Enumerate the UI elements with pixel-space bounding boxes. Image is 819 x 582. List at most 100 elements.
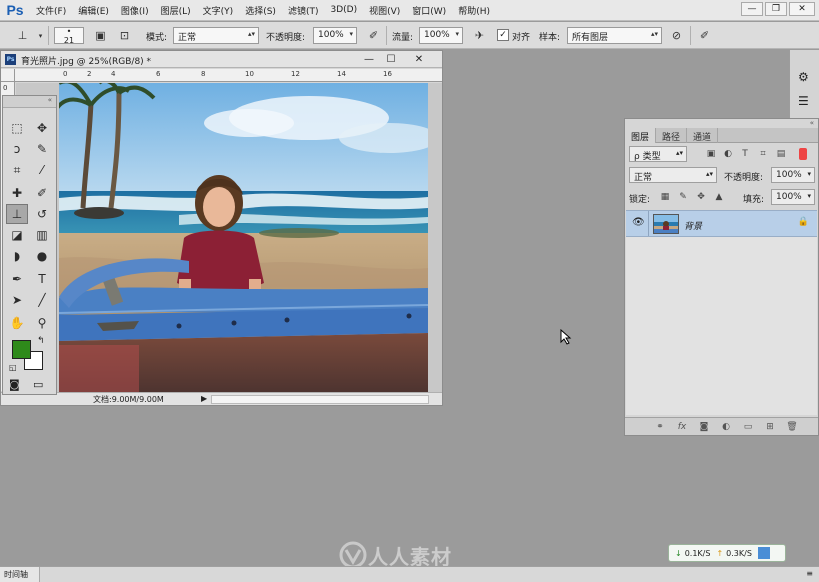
menu-view[interactable]: 视图(V) <box>363 4 406 17</box>
airbrush-icon[interactable]: ✈ <box>471 27 488 44</box>
quick-select-tool-icon[interactable]: ✎ <box>31 139 53 159</box>
menu-filter[interactable]: 滤镜(T) <box>282 4 325 17</box>
filter-toggle-icon[interactable] <box>799 148 807 160</box>
menu-edit[interactable]: 编辑(E) <box>72 4 115 17</box>
blur-tool-icon[interactable]: ◗ <box>6 246 28 266</box>
restore-button[interactable]: ❐ <box>765 2 787 16</box>
menu-select[interactable]: 选择(S) <box>239 4 282 17</box>
history-brush-tool-icon[interactable]: ↺ <box>31 204 53 224</box>
layer-thumbnail[interactable] <box>653 214 679 234</box>
lock-all-icon[interactable]: ▲ <box>713 191 725 203</box>
brush-size-picker[interactable]: • 21 <box>54 27 84 45</box>
healing-brush-tool-icon[interactable]: ✚ <box>6 183 28 203</box>
horizontal-ruler[interactable]: 0 2 4 6 8 10 12 14 16 <box>15 69 442 82</box>
layer-opacity-field[interactable]: 100% ▾ <box>771 167 815 183</box>
lasso-tool-icon[interactable]: ↄ <box>6 139 28 159</box>
trash-icon[interactable]: 🗑 <box>785 420 799 434</box>
filter-smart-object-icon[interactable]: ▤ <box>775 148 787 160</box>
filter-type-icon[interactable]: T <box>739 148 751 160</box>
mask-icon[interactable]: ◙ <box>697 420 711 434</box>
panel-menu-icon[interactable]: ≡ <box>806 569 813 578</box>
doc-close-button[interactable]: ✕ <box>409 52 429 66</box>
path-select-tool-icon[interactable]: ➤ <box>6 290 28 310</box>
minimize-button[interactable]: — <box>741 2 763 16</box>
menu-file[interactable]: 文件(F) <box>30 4 72 17</box>
status-menu-arrow-icon[interactable]: ▶ <box>201 394 207 403</box>
panel-collapse-icon[interactable]: « <box>810 119 814 127</box>
eyedropper-tool-icon[interactable]: ⁄ <box>31 160 53 180</box>
document-titlebar[interactable]: Ps 育光照片.jpg @ 25%(RGB/8) * — ☐ ✕ <box>1 51 442 68</box>
brush-tool-icon[interactable]: ✐ <box>31 183 53 203</box>
zoom-tool-icon[interactable]: ⚲ <box>31 313 53 333</box>
tab-paths[interactable]: 路径 <box>656 128 688 143</box>
line-tool-icon[interactable]: ╱ <box>31 290 53 310</box>
lock-position-icon[interactable]: ✥ <box>695 191 707 203</box>
fill-field[interactable]: 100% ▾ <box>771 189 815 205</box>
tab-timeline[interactable]: 时间轴 <box>0 567 40 582</box>
fx-icon[interactable]: fx <box>675 420 689 434</box>
dodge-tool-icon[interactable]: ● <box>31 246 53 266</box>
toolbox-collapse-icon[interactable]: « <box>3 96 56 108</box>
layer-row-background[interactable]: 👁 背景 🔒 <box>626 210 817 237</box>
link-layers-icon[interactable]: ⚭ <box>653 420 667 434</box>
clone-source-icon[interactable]: ⊡ <box>116 27 133 44</box>
preset-dropdown-icon[interactable]: ▾ <box>32 27 49 44</box>
type-tool-icon[interactable]: T <box>31 269 53 289</box>
menu-3d[interactable]: 3D(D) <box>324 5 363 15</box>
ignore-adjustment-icon[interactable]: ⊘ <box>668 27 685 44</box>
quick-mask-icon[interactable]: ◙ <box>9 378 20 391</box>
download-speed: 0.1K/S <box>684 548 711 558</box>
new-layer-icon[interactable]: ⊞ <box>763 420 777 434</box>
sample-select[interactable]: 所有图层 ▴▾ <box>567 27 662 44</box>
tab-channels[interactable]: 通道 <box>687 128 719 143</box>
flow-field[interactable]: 100% ▾ <box>419 27 463 44</box>
menu-type[interactable]: 文字(Y) <box>197 4 240 17</box>
visibility-eye-icon[interactable]: 👁 <box>632 217 645 228</box>
layer-list-empty-area[interactable] <box>626 237 817 415</box>
menu-window[interactable]: 窗口(W) <box>406 4 452 17</box>
brush-panel-icon[interactable]: ▣ <box>92 27 109 44</box>
pressure-size-icon[interactable]: ✐ <box>696 27 713 44</box>
layer-filter-select[interactable]: ρ 类型 ▴▾ <box>629 146 687 162</box>
swap-colors-icon[interactable]: ↰ <box>37 336 45 346</box>
doc-maximize-button[interactable]: ☐ <box>381 52 401 66</box>
foreground-color-swatch[interactable] <box>12 340 31 359</box>
character-panel-icon[interactable]: ⚙ <box>798 70 809 84</box>
mode-select[interactable]: 正常 ▴▾ <box>173 27 259 44</box>
adjustment-icon[interactable]: ◐ <box>719 420 733 434</box>
ruler-corner[interactable] <box>1 69 15 82</box>
marquee-tool-icon[interactable]: ⬚ <box>6 118 28 138</box>
layer-name[interactable]: 背景 <box>684 219 702 232</box>
menu-help[interactable]: 帮助(H) <box>452 4 496 17</box>
pressure-opacity-icon[interactable]: ✐ <box>365 27 382 44</box>
crop-tool-icon[interactable]: ⌗ <box>6 160 28 180</box>
tab-layers[interactable]: 图层 <box>625 128 657 143</box>
hand-tool-icon[interactable]: ✋ <box>6 313 28 333</box>
properties-panel-icon[interactable]: ☰ <box>798 94 809 108</box>
clone-stamp-tool-icon[interactable]: ⊥ <box>6 204 28 224</box>
opacity-field[interactable]: 100% ▾ <box>313 27 357 44</box>
network-speed-widget[interactable]: ↓ 0.1K/S ↑ 0.3K/S <box>668 544 786 562</box>
pen-tool-icon[interactable]: ✒ <box>6 269 28 289</box>
blend-mode-select[interactable]: 正常 ▴▾ <box>629 167 717 183</box>
canvas-area[interactable] <box>16 83 442 392</box>
filter-adjustment-icon[interactable]: ◐ <box>722 148 734 160</box>
group-icon[interactable]: ▭ <box>741 420 755 434</box>
lock-transparent-icon[interactable]: ▦ <box>659 191 671 203</box>
default-colors-icon[interactable]: ◱ <box>9 363 17 372</box>
doc-minimize-button[interactable]: — <box>359 52 379 66</box>
move-tool-icon[interactable]: ✥ <box>31 118 53 138</box>
filter-pixel-icon[interactable]: ▣ <box>705 148 717 160</box>
lock-image-icon[interactable]: ✎ <box>677 191 689 203</box>
menu-image[interactable]: 图像(I) <box>115 4 155 17</box>
eraser-tool-icon[interactable]: ◪ <box>6 225 28 245</box>
menu-layer[interactable]: 图层(L) <box>155 4 197 17</box>
screen-mode-icon[interactable]: ▭ <box>33 378 43 391</box>
beach-photo[interactable] <box>59 83 428 392</box>
close-button[interactable]: ✕ <box>789 2 815 16</box>
horizontal-scrollbar[interactable] <box>211 395 429 404</box>
filter-shape-icon[interactable]: ⌗ <box>757 148 769 160</box>
aligned-checkbox[interactable]: ✓ <box>497 29 509 41</box>
clone-stamp-preset-icon[interactable]: ⊥ <box>14 27 31 44</box>
gradient-tool-icon[interactable]: ▥ <box>31 225 53 245</box>
